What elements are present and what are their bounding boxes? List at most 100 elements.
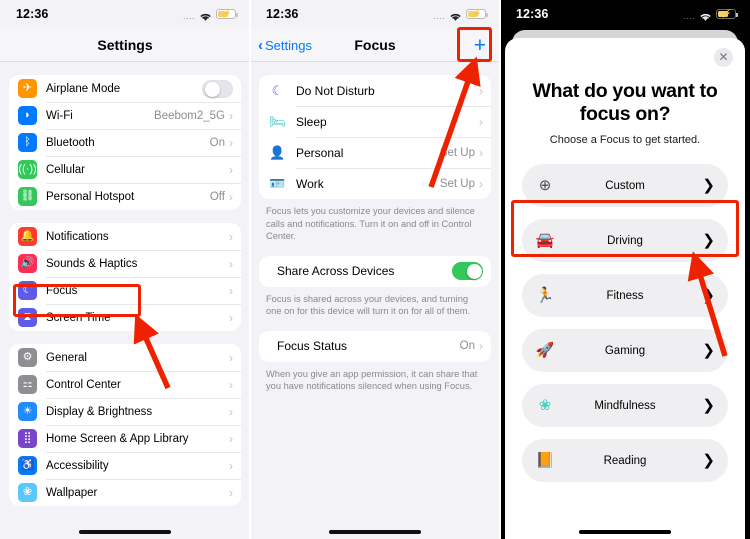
- focus-option-mindfulness[interactable]: ❀ Mindfulness ❯: [522, 384, 728, 428]
- chevron-right-icon: ❯: [702, 452, 715, 470]
- app-grid-icon: ⣿: [18, 429, 37, 448]
- status-bar-time: 12:36: [516, 7, 549, 21]
- focus-modes-footnote: Focus lets you customize your devices an…: [266, 206, 475, 242]
- settings-navbar: Settings: [0, 28, 250, 62]
- settings-row-airplane-mode[interactable]: ✈ Airplane Mode: [9, 75, 241, 102]
- person-icon: 👤: [269, 145, 286, 160]
- chevron-right-icon: ❯: [702, 177, 715, 195]
- gear-icon: ⚙: [18, 348, 37, 367]
- settings-row-label: General: [46, 351, 87, 364]
- wifi-icon: [199, 9, 212, 21]
- brightness-icon: ☀: [18, 402, 37, 421]
- focus-mode-label: Personal: [296, 145, 344, 160]
- chevron-right-icon: ›: [229, 135, 233, 150]
- share-across-devices-footnote: Focus is shared across your devices, and…: [266, 293, 471, 317]
- focus-mode-label: Do Not Disturb: [296, 83, 375, 98]
- share-across-devices-row[interactable]: Share Across Devices: [259, 256, 491, 287]
- focus-option-reading[interactable]: 📙 Reading ❯: [522, 439, 728, 483]
- chevron-right-icon: ›: [229, 404, 233, 419]
- wifi-icon: [699, 9, 712, 21]
- back-to-settings-button[interactable]: ‹ Settings: [258, 38, 312, 53]
- focus-mode-row-work[interactable]: 🪪 Work Set Up ›: [259, 168, 491, 199]
- focus-option-custom[interactable]: ⊕ Custom ❯: [522, 164, 728, 208]
- chevron-right-icon: ❯: [702, 397, 715, 415]
- settings-row-value: Off: [209, 190, 225, 203]
- status-bar-time: 12:36: [266, 7, 299, 21]
- book-icon: 📙: [535, 452, 555, 470]
- chevron-right-icon: ❯: [702, 342, 715, 360]
- settings-row-sounds-haptics[interactable]: 🔊 Sounds & Haptics ›: [9, 250, 241, 277]
- settings-row-notifications[interactable]: 🔔 Notifications ›: [9, 223, 241, 250]
- panel-divider-1: [249, 0, 251, 539]
- settings-row-accessibility[interactable]: ♿ Accessibility ›: [9, 452, 241, 479]
- chevron-right-icon: ›: [229, 229, 233, 244]
- focus-mode-label: Work: [296, 176, 324, 191]
- focus-mode-row-sleep[interactable]: 🛏 Sleep ›: [259, 106, 491, 137]
- settings-row-display-brightness[interactable]: ☀ Display & Brightness ›: [9, 398, 241, 425]
- settings-scroll-area[interactable]: ✈ Airplane Mode ◗ Wi-Fi Beebom2_5G › ᛒ Bluetoot…: [0, 75, 250, 506]
- settings-row-control-center[interactable]: ⚏ Control Center ›: [9, 371, 241, 398]
- wifi-icon: ◗: [18, 106, 37, 125]
- chevron-right-icon: ›: [229, 431, 233, 446]
- status-bar-indicators: .... ⚡: [432, 8, 488, 21]
- badge-icon: 🪪: [269, 176, 286, 191]
- focus-option-driving[interactable]: 🚘 Driving ❯: [522, 219, 728, 263]
- rocket-icon: 🚀: [535, 342, 555, 360]
- settings-row-label: Focus: [46, 284, 78, 297]
- focus-mode-value: Set Up: [439, 146, 475, 159]
- chevron-right-icon: ›: [479, 176, 483, 191]
- panel-divider-2: [499, 0, 501, 539]
- settings-row-wi-fi[interactable]: ◗ Wi-Fi Beebom2_5G ›: [9, 102, 241, 129]
- settings-row-label: Notifications: [46, 230, 109, 243]
- cellular-icon: ((·)): [18, 160, 37, 179]
- focus-mode-row-do-not-disturb[interactable]: ☾ Do Not Disturb ›: [259, 75, 491, 106]
- navbar-divider: [250, 61, 500, 62]
- share-across-devices-toggle[interactable]: [452, 262, 483, 281]
- bed-icon: 🛏: [269, 114, 286, 129]
- settings-row-cellular[interactable]: ((·)) Cellular ›: [9, 156, 241, 183]
- settings-row-label: Screen Time: [46, 311, 111, 324]
- airplane-mode-toggle[interactable]: [202, 79, 233, 98]
- status-bar-time: 12:36: [16, 7, 49, 21]
- bluetooth-icon: ᛒ: [18, 133, 37, 152]
- navbar-divider: [0, 61, 250, 62]
- add-focus-button[interactable]: +: [474, 35, 486, 56]
- settings-row-bluetooth[interactable]: ᛒ Bluetooth On ›: [9, 129, 241, 156]
- chevron-right-icon: ›: [479, 114, 483, 129]
- settings-row-focus[interactable]: ☾ Focus ›: [9, 277, 241, 304]
- chevron-right-icon: ›: [229, 189, 233, 204]
- signal-dots-icon: ....: [432, 10, 445, 21]
- chevron-right-icon: ›: [479, 83, 483, 98]
- battery-charging-icon: ⚡: [466, 8, 488, 20]
- close-icon[interactable]: ✕: [714, 48, 733, 67]
- focus-mode-label: Sleep: [296, 114, 327, 129]
- focus-option-gaming[interactable]: 🚀 Gaming ❯: [522, 329, 728, 373]
- chevron-right-icon: ›: [229, 108, 233, 123]
- focus-status-row[interactable]: Focus Status On ›: [259, 331, 491, 362]
- screenshot-stage: 12:36 .... ⚡ Settings ✈ Airplane Mode ◗ Wi-…: [0, 0, 750, 539]
- focus-scroll-area[interactable]: ☾ Do Not Disturb › 🛏 Sleep › 👤 Personal Set Up › 🪪…: [250, 75, 500, 393]
- home-indicator: [329, 530, 421, 534]
- status-bar-indicators: .... ⚡: [182, 8, 238, 21]
- chevron-left-icon: ‹: [258, 36, 263, 54]
- settings-row-general[interactable]: ⚙ General ›: [9, 344, 241, 371]
- share-across-devices-group: Share Across Devices: [259, 255, 491, 287]
- home-indicator: [79, 530, 171, 534]
- settings-row-screen-time[interactable]: ⧗ Screen Time ›: [9, 304, 241, 331]
- focus-option-fitness[interactable]: 🏃 Fitness ❯: [522, 274, 728, 318]
- hourglass-icon: ⧗: [18, 308, 37, 327]
- settings-row-home-screen-app-library[interactable]: ⣿ Home Screen & App Library ›: [9, 425, 241, 452]
- settings-row-personal-hotspot[interactable]: ⛓ Personal Hotspot Off ›: [9, 183, 241, 210]
- signal-dots-icon: ....: [182, 10, 195, 21]
- settings-group: ✈ Airplane Mode ◗ Wi-Fi Beebom2_5G › ᛒ Bluetoot…: [9, 75, 241, 210]
- settings-row-wallpaper[interactable]: ❀ Wallpaper ›: [9, 479, 241, 506]
- focus-mode-row-personal[interactable]: 👤 Personal Set Up ›: [259, 137, 491, 168]
- focus-status-value: On: [459, 340, 475, 353]
- settings-row-label: Airplane Mode: [46, 82, 121, 95]
- moon-icon: ☾: [18, 281, 37, 300]
- settings-row-label: Control Center: [46, 378, 121, 391]
- settings-group: ⚙ General › ⚏ Control Center › ☀ Display & Brig…: [9, 344, 241, 506]
- battery-charging-icon: ⚡: [716, 8, 738, 20]
- settings-row-label: Display & Brightness: [46, 405, 153, 418]
- chevron-right-icon: ›: [229, 458, 233, 473]
